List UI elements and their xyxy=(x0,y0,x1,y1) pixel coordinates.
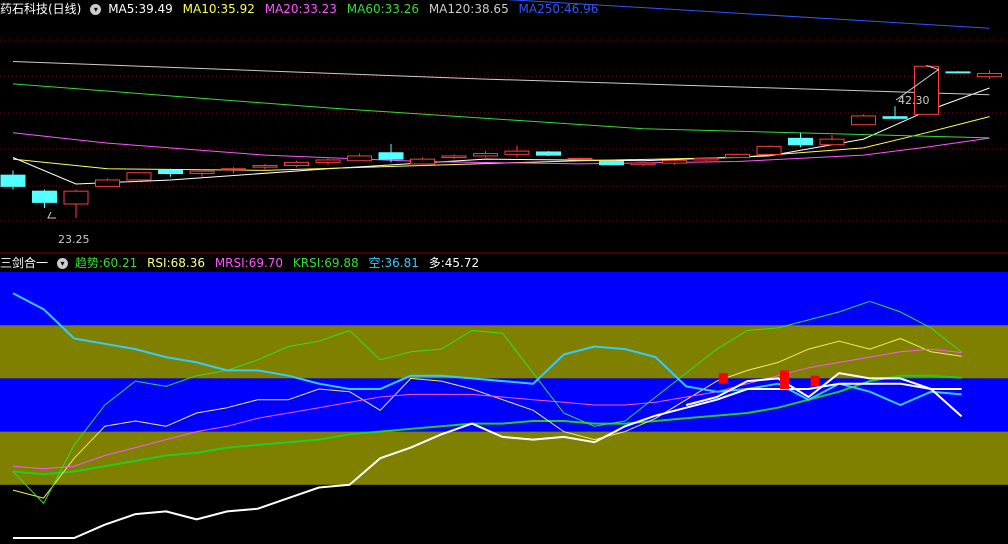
signal-bar xyxy=(718,373,728,384)
candle-body-up xyxy=(441,155,467,159)
low-pointer xyxy=(47,211,56,219)
candle xyxy=(945,71,971,74)
candle-body-down xyxy=(788,137,813,146)
candle-body-down xyxy=(32,190,57,203)
candle-body-up xyxy=(725,153,750,159)
candle-body-up xyxy=(473,153,498,157)
indicator-bands xyxy=(0,272,1008,485)
candle-body-up xyxy=(851,115,876,126)
candle xyxy=(158,168,183,177)
high-price-label: 42.30 xyxy=(898,94,930,107)
candle xyxy=(95,178,120,187)
candle xyxy=(536,151,561,156)
candle-body-down xyxy=(945,71,971,74)
candle-body-up xyxy=(315,159,341,163)
candle xyxy=(725,153,750,159)
candle-body-up xyxy=(693,157,719,161)
candle xyxy=(693,157,719,161)
signal-bar xyxy=(810,375,820,387)
candle xyxy=(189,169,215,177)
candle xyxy=(882,106,908,120)
candle-body-up xyxy=(347,155,372,162)
candle-body-down xyxy=(378,152,404,160)
candle-body-up xyxy=(284,161,309,167)
candle-body-up xyxy=(977,72,1002,78)
candle-body-up xyxy=(756,145,782,155)
candle-body-up xyxy=(189,170,215,175)
ma-line-ma250 xyxy=(506,0,990,29)
candle-body-up xyxy=(95,179,120,187)
candle-body-up xyxy=(630,162,656,166)
candle xyxy=(851,114,876,126)
candle-body-up xyxy=(63,190,89,205)
candle xyxy=(504,145,530,158)
candle xyxy=(788,132,813,148)
candle-body-up xyxy=(126,172,152,181)
signal-bar xyxy=(780,370,789,390)
candle xyxy=(473,151,498,158)
candle xyxy=(410,157,435,166)
candle xyxy=(599,160,624,166)
candle xyxy=(378,143,404,163)
candle xyxy=(441,154,467,160)
candle xyxy=(284,160,309,168)
candle-body-up xyxy=(504,150,530,155)
candle-body-up xyxy=(410,158,435,165)
candle-body-up xyxy=(819,138,845,146)
candle xyxy=(347,153,372,162)
candle-body-up xyxy=(567,157,593,160)
candle xyxy=(0,170,26,190)
candle xyxy=(662,159,687,165)
candle-body-down xyxy=(158,169,183,175)
candle-body-up xyxy=(662,160,687,164)
candle xyxy=(630,162,656,167)
candle-body-down xyxy=(0,174,26,187)
candle xyxy=(977,70,1002,80)
candle xyxy=(567,157,593,160)
candle xyxy=(315,158,341,166)
candle xyxy=(252,163,278,171)
candle-body-up xyxy=(221,168,246,171)
candle-body-up xyxy=(252,165,278,168)
candle xyxy=(126,171,152,182)
candle xyxy=(756,145,782,156)
candle xyxy=(32,189,57,208)
candle-body-down xyxy=(882,116,908,119)
candle-body-up xyxy=(914,65,939,115)
candle xyxy=(63,189,89,218)
moving-averages xyxy=(12,0,990,185)
low-price-label: 23.25 xyxy=(58,233,90,246)
upper-grid xyxy=(0,39,1008,222)
candle-body-down xyxy=(599,161,624,166)
candle xyxy=(819,135,845,146)
candle-body-down xyxy=(536,151,561,156)
indicator-band xyxy=(0,325,1008,379)
chart-canvas[interactable]: 42.30 23.25 xyxy=(0,0,1008,544)
indicator-band xyxy=(0,272,1008,326)
ma-line-ma120 xyxy=(12,61,990,96)
ma-line-ma60 xyxy=(12,83,990,139)
